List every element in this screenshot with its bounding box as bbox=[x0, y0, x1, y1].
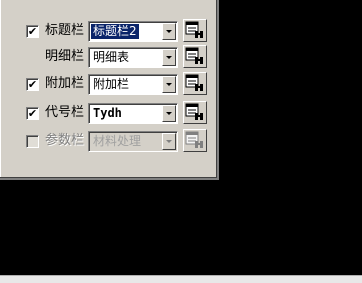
additional-block-select[interactable]: 附加栏 bbox=[88, 74, 178, 95]
code-block-label: 代号栏 bbox=[44, 105, 84, 120]
browse-icon bbox=[185, 74, 203, 91]
row-parameter-block: 参数栏 材料处理 bbox=[0, 129, 217, 155]
title-block-select[interactable]: 标题栏2 bbox=[88, 21, 178, 42]
row-additional-block: ✔ 附加栏 附加栏 bbox=[0, 72, 217, 98]
browse-icon bbox=[185, 21, 203, 38]
chevron-down-icon[interactable] bbox=[162, 133, 176, 150]
chevron-down-icon[interactable] bbox=[162, 23, 176, 40]
code-block-browse-button[interactable] bbox=[183, 101, 207, 124]
additional-block-value: 附加栏 bbox=[93, 77, 130, 91]
parameter-block-browse-button[interactable] bbox=[183, 129, 207, 152]
additional-block-checkbox[interactable]: ✔ bbox=[26, 78, 39, 91]
title-block-settings-dialog: ✔ 标题栏 标题栏2 明细栏 明细表 ✔ 附加栏 附加栏 ✔ 代号栏 Tydh … bbox=[0, 0, 219, 180]
detail-block-value: 明细表 bbox=[93, 50, 130, 64]
detail-block-select[interactable]: 明细表 bbox=[88, 47, 178, 68]
row-title-block: ✔ 标题栏 标题栏2 bbox=[0, 19, 217, 45]
title-block-checkbox[interactable]: ✔ bbox=[26, 25, 39, 38]
title-block-value: 标题栏2 bbox=[91, 24, 139, 39]
additional-block-browse-button[interactable] bbox=[183, 72, 207, 95]
detail-block-browse-button[interactable] bbox=[183, 45, 207, 68]
screen: ✔ 标题栏 标题栏2 明细栏 明细表 ✔ 附加栏 附加栏 ✔ 代号栏 Tydh … bbox=[0, 0, 362, 283]
parameter-block-label: 参数栏 bbox=[44, 133, 84, 148]
chevron-down-icon[interactable] bbox=[162, 76, 176, 93]
code-block-checkbox[interactable]: ✔ bbox=[26, 107, 39, 120]
chevron-down-icon[interactable] bbox=[162, 49, 176, 66]
parameter-block-select[interactable]: 材料处理 bbox=[88, 131, 178, 152]
code-block-select[interactable]: Tydh bbox=[88, 103, 178, 124]
parameter-block-checkbox[interactable] bbox=[26, 135, 39, 148]
title-block-label: 标题栏 bbox=[44, 23, 84, 38]
browse-icon bbox=[185, 103, 203, 120]
bottom-strip bbox=[0, 275, 362, 283]
parameter-block-value: 材料处理 bbox=[93, 134, 142, 148]
chevron-down-icon[interactable] bbox=[162, 105, 176, 122]
detail-block-label: 明细栏 bbox=[44, 49, 84, 64]
browse-icon bbox=[185, 47, 203, 64]
code-block-value: Tydh bbox=[93, 106, 122, 120]
additional-block-label: 附加栏 bbox=[44, 76, 84, 91]
row-detail-block: 明细栏 明细表 bbox=[0, 45, 217, 71]
browse-icon bbox=[185, 131, 203, 148]
title-block-browse-button[interactable] bbox=[183, 19, 207, 42]
row-code-block: ✔ 代号栏 Tydh bbox=[0, 101, 217, 127]
